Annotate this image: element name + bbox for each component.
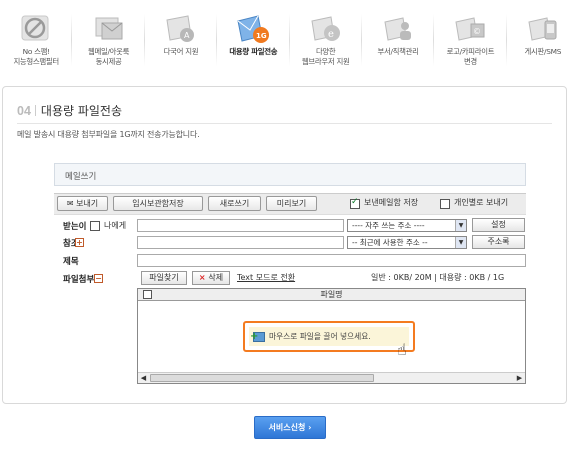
feature-logo[interactable]: © 로고/카피라이트 변경: [434, 0, 507, 78]
department-icon: [384, 17, 412, 41]
frequent-address-value: ---- 자주 쓰는 주소 ----: [352, 221, 425, 230]
divider: [17, 123, 552, 124]
filename-column: 파일명: [320, 290, 343, 299]
feature-label: 로고/카피라이트 변경: [446, 47, 495, 66]
save-sent-label: 보낸메일함 저장: [364, 198, 419, 207]
addressbook-button[interactable]: 주소록: [472, 235, 525, 249]
delete-file-button[interactable]: × 삭제: [192, 271, 230, 285]
svg-text:e: e: [328, 29, 334, 40]
divider: [34, 105, 36, 116]
cc-input[interactable]: [137, 236, 344, 249]
feature-multilang[interactable]: A 다국어 지원: [145, 0, 218, 78]
feature-label: 게시판/SMS: [524, 47, 562, 56]
section-number: 04: [17, 104, 31, 118]
to-input[interactable]: [137, 219, 344, 232]
to-label: 받는이: [63, 222, 87, 232]
recent-address-select[interactable]: -- 최근에 사용한 주소 -- ▼: [347, 236, 467, 249]
horizontal-scrollbar[interactable]: ◀ ▶: [138, 372, 525, 383]
envelope-icon: ✉: [66, 199, 77, 208]
scroll-left-icon[interactable]: ◀: [138, 373, 149, 383]
attach-usage: 일반 : 0KB/ 20M | 대용량 : 0KB / 1G: [371, 273, 505, 282]
svg-text:©: ©: [473, 27, 481, 36]
to-me-label: 나에게: [104, 221, 127, 230]
chevron-down-icon: ▼: [455, 237, 466, 248]
drop-hint: 마우스로 파일을 끌어 넣으세요.: [243, 321, 415, 352]
drop-hint-text: 마우스로 파일을 끌어 넣으세요.: [269, 332, 371, 341]
board-sms-icon: [528, 17, 557, 41]
feature-no-spam[interactable]: No 스팸! 지능형스팸필터: [0, 0, 73, 78]
scroll-thumb[interactable]: [150, 374, 374, 382]
feature-large-file[interactable]: 1G 대용량 파일전송: [217, 0, 290, 78]
chevron-down-icon: ▼: [455, 220, 466, 231]
settings-button[interactable]: 설정: [472, 218, 525, 232]
feature-department[interactable]: 부서/직책관리: [362, 0, 435, 78]
find-file-button[interactable]: 파일찾기: [141, 271, 187, 285]
send-button[interactable]: ✉ 보내기: [57, 196, 108, 211]
feature-webmail[interactable]: 웹메일/아웃룩 동시제공: [72, 0, 145, 78]
svg-text:1G: 1G: [256, 32, 267, 40]
attach-label: 파일첨부: [63, 275, 95, 285]
add-file-icon: [250, 327, 265, 346]
composer-title: 메일쓰기: [54, 163, 526, 186]
feature-label: No 스팸! 지능형스팸필터: [13, 47, 59, 66]
section-description: 메일 발송시 대용량 첨부파일을 1G까지 전송가능합니다.: [17, 130, 200, 139]
close-icon: ×: [198, 273, 209, 282]
file-list-header: 파일명: [138, 289, 525, 301]
text-mode-link[interactable]: Text 모드로 전환: [237, 272, 295, 283]
drop-hint-body: 마우스로 파일을 끌어 넣으세요.: [249, 327, 409, 346]
save-sent-checkbox[interactable]: [350, 197, 360, 209]
feature-label: 웹메일/아웃룩 동시제공: [87, 47, 130, 66]
frequent-address-select[interactable]: ---- 자주 쓰는 주소 ---- ▼: [347, 219, 467, 232]
send-individually-label: 개인별로 보내기: [454, 198, 509, 207]
delete-button-label: 삭제: [208, 273, 224, 282]
section-title-text: 대용량 파일전송: [40, 104, 123, 118]
collapse-attach-icon[interactable]: −: [94, 274, 103, 283]
save-draft-button[interactable]: 임시보관함저장: [113, 196, 203, 211]
subject-label: 제목: [63, 257, 79, 267]
hand-cursor-icon: ☝: [397, 340, 407, 359]
recent-address-value: -- 최근에 사용한 주소 --: [352, 238, 428, 247]
large-file-icon: 1G: [237, 15, 270, 43]
webmail-icon: [95, 17, 123, 40]
feature-nav: No 스팸! 지능형스팸필터 웹메일/아웃룩 동시제공 A 다국어 지원 1G …: [0, 0, 579, 78]
preview-button[interactable]: 미리보기: [266, 196, 317, 211]
feature-board[interactable]: 게시판/SMS: [507, 0, 579, 78]
feature-label: 대용량 파일전송: [229, 47, 278, 56]
section-title: 04 대용량 파일전송: [17, 102, 122, 119]
send-individually-checkbox[interactable]: [440, 199, 450, 209]
add-cc-icon[interactable]: +: [75, 238, 84, 247]
to-me-checkbox[interactable]: [90, 221, 100, 231]
feature-label: 부서/직책관리: [377, 47, 419, 56]
feature-label: 다양한 웹브라우저 지원: [301, 47, 350, 66]
multilang-icon: A: [166, 15, 194, 42]
subject-input[interactable]: [137, 254, 526, 267]
select-all-checkbox[interactable]: [143, 290, 152, 299]
no-spam-icon: [21, 15, 49, 41]
new-mail-button[interactable]: 새로쓰기: [208, 196, 261, 211]
feature-browser[interactable]: e 다양한 웹브라우저 지원: [290, 0, 362, 78]
scroll-right-icon[interactable]: ▶: [514, 373, 525, 383]
svg-text:A: A: [184, 31, 190, 40]
send-button-label: 보내기: [76, 199, 99, 208]
feature-label: 다국어 지원: [163, 47, 199, 56]
multi-browser-icon: e: [311, 16, 340, 41]
logo-color-icon: ©: [455, 17, 485, 41]
service-apply-button[interactable]: 서비스신청 ›: [254, 416, 326, 439]
